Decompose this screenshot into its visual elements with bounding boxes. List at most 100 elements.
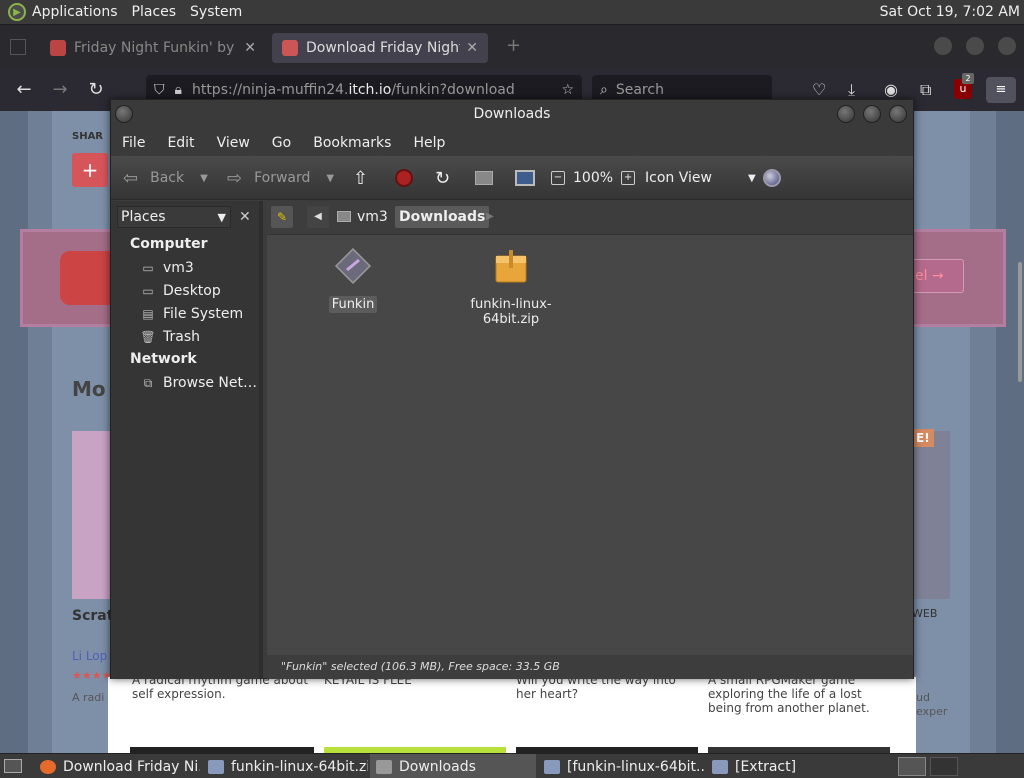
sidebar-item-label: File System <box>163 305 244 322</box>
sidebar-item-trash[interactable]: 🗑︎ Trash <box>111 325 259 348</box>
menu-help[interactable]: Help <box>413 135 445 151</box>
shield-icon[interactable]: ⛉ <box>154 82 165 98</box>
maximize-icon[interactable] <box>863 105 881 123</box>
menu-edit[interactable]: Edit <box>167 135 194 151</box>
account-icon[interactable]: ◉ <box>884 80 898 99</box>
menu-file[interactable]: File <box>122 135 145 151</box>
itch-favicon-icon <box>282 40 298 56</box>
game-thumbnail[interactable]: E! <box>912 429 950 599</box>
computer-button[interactable] <box>515 156 535 200</box>
back-icon[interactable]: ← <box>12 79 36 100</box>
close-sidebar-icon[interactable]: ✕ <box>239 209 251 225</box>
taskbar-item-extract[interactable]: [Extract] <box>706 754 872 778</box>
extensions-icon[interactable]: ⧉ <box>920 80 931 100</box>
show-desktop-icon[interactable] <box>1 755 25 777</box>
applications-logo-icon[interactable]: ▶ <box>8 3 26 21</box>
maximize-window-icon[interactable] <box>966 37 984 55</box>
tab-funkin[interactable]: Friday Night Funkin' by ... ✕ <box>40 33 266 63</box>
firefox-icon <box>40 759 56 774</box>
sidebar-type-select[interactable]: Places ▼ <box>117 206 231 228</box>
file-item[interactable]: funkin-linux-64bit.zip <box>441 246 581 328</box>
ublock-origin-icon[interactable]: u2 <box>954 73 974 99</box>
page-scrollbar[interactable] <box>1018 262 1022 382</box>
breadcrumb-vm3[interactable]: vm3 <box>333 206 392 228</box>
sidebar-item-desktop[interactable]: ▭ Desktop <box>111 279 259 302</box>
zoom-out-icon[interactable]: − <box>551 171 565 185</box>
breadcrumb-downloads[interactable]: Downloads <box>395 206 490 228</box>
pocket-icon[interactable]: ♡ <box>812 80 826 99</box>
taskbar-item-archive[interactable]: funkin-linux-64bit.zip <box>202 754 368 778</box>
file-grid: Funkin funkin-linux-64bit.zip <box>267 236 913 616</box>
zoom-in-icon[interactable]: + <box>621 171 636 185</box>
workspace-2[interactable] <box>930 757 958 776</box>
file-name: funkin-linux-64bit.zip <box>470 297 552 327</box>
stop-button[interactable] <box>395 156 413 200</box>
game-author[interactable]: Li Lop <box>72 649 112 663</box>
add-button[interactable]: + <box>72 153 108 187</box>
sidebar-item-browse-network[interactable]: ⧉ Browse Net… <box>111 371 259 394</box>
minimize-window-icon[interactable] <box>934 37 952 55</box>
clock[interactable]: Sat Oct 19, 7:02 AM <box>880 4 1020 20</box>
reload-icon: ↻ <box>435 167 451 189</box>
sidebar-item-label: Browse Net… <box>163 374 258 391</box>
path-scroll-right-icon[interactable]: ▶ <box>479 206 501 228</box>
forward-icon[interactable]: → <box>48 79 72 100</box>
minimize-icon[interactable] <box>837 105 855 123</box>
menu-view[interactable]: View <box>217 135 250 151</box>
close-icon[interactable] <box>889 105 907 123</box>
sidebar-item-file-system[interactable]: ▤ File System <box>111 302 259 325</box>
tab-download[interactable]: Download Friday Night Funkin' ✕ <box>272 33 488 63</box>
taskbar-item-extract-progress[interactable]: [funkin-linux-64bit.... <box>538 754 704 778</box>
menu-applications[interactable]: Applications <box>32 4 118 20</box>
up-button[interactable]: ⇧ <box>353 156 368 200</box>
close-window-icon[interactable] <box>998 37 1016 55</box>
chevron-down-icon: ▼ <box>747 172 756 184</box>
edit-location-icon[interactable]: ✎ <box>271 206 293 228</box>
tab-label: Download Friday Night Funkin' <box>306 40 460 56</box>
downloads-icon[interactable]: ⤓ <box>848 80 855 100</box>
taskbar-item-label: [funkin-linux-64bit.... <box>567 758 704 775</box>
list-tabs-icon[interactable] <box>10 39 26 55</box>
url-prefix: https://ninja-muffin24. <box>191 82 349 98</box>
file-item[interactable]: Funkin <box>325 246 381 313</box>
url-path: /funkin?download <box>391 82 515 98</box>
sidebar-item-vm3[interactable]: ▭ vm3 <box>111 256 259 279</box>
reload-icon[interactable]: ↻ <box>84 79 108 100</box>
open-menu-icon[interactable]: ≡ <box>986 77 1016 103</box>
window-titlebar[interactable]: Downloads <box>111 100 913 129</box>
close-tab-icon[interactable]: ✕ <box>466 40 478 56</box>
game-title[interactable]: WEB <box>912 607 937 620</box>
game-thumbnail[interactable] <box>72 431 112 599</box>
menu-system[interactable]: System <box>190 4 242 20</box>
close-tab-icon[interactable]: ✕ <box>244 40 256 56</box>
path-bar: ✎ ◀ vm3 Downloads ▶ <box>267 201 913 235</box>
taskbar-item-downloads[interactable]: Downloads <box>370 754 536 778</box>
game-title[interactable]: Scrat [DEM <box>72 607 112 625</box>
new-tab-icon[interactable]: + <box>506 35 521 56</box>
window-menu-icon[interactable] <box>115 105 133 123</box>
reload-button[interactable]: ↻ <box>435 156 450 200</box>
path-scroll-left-icon[interactable]: ◀ <box>307 206 329 228</box>
taskbar-item-label: Download Friday Ni... <box>63 758 200 775</box>
bookmark-star-icon[interactable]: ☆ <box>561 82 574 98</box>
chevron-down-icon[interactable]: ▼ <box>326 173 334 184</box>
home-button[interactable] <box>475 156 493 200</box>
zoom-level[interactable]: 100% <box>573 170 613 186</box>
lock-icon[interactable]: 🔒︎ <box>175 82 182 98</box>
workspace-1[interactable] <box>898 757 926 776</box>
view-mode-select[interactable]: Icon View ▼ <box>645 156 756 200</box>
status-bar: "Funkin" selected (106.3 MB), Free space… <box>267 655 913 679</box>
ublock-badge: 2 <box>962 73 974 84</box>
menu-places[interactable]: Places <box>132 4 177 20</box>
menu-bookmarks[interactable]: Bookmarks <box>313 135 391 151</box>
search-button[interactable] <box>763 156 781 200</box>
forward-button[interactable]: ⇨ Forward ▼ <box>227 156 334 200</box>
drive-icon: ▤ <box>142 306 154 321</box>
menu-go[interactable]: Go <box>272 135 291 151</box>
back-label: Back <box>150 170 185 186</box>
chevron-down-icon[interactable]: ▼ <box>200 173 208 184</box>
sidebar-item-label: Desktop <box>163 282 221 299</box>
back-button[interactable]: ⇦ Back ▼ <box>123 156 208 200</box>
taskbar-item-browser[interactable]: Download Friday Ni... <box>34 754 200 778</box>
menubar: File Edit View Go Bookmarks Help <box>111 129 913 156</box>
